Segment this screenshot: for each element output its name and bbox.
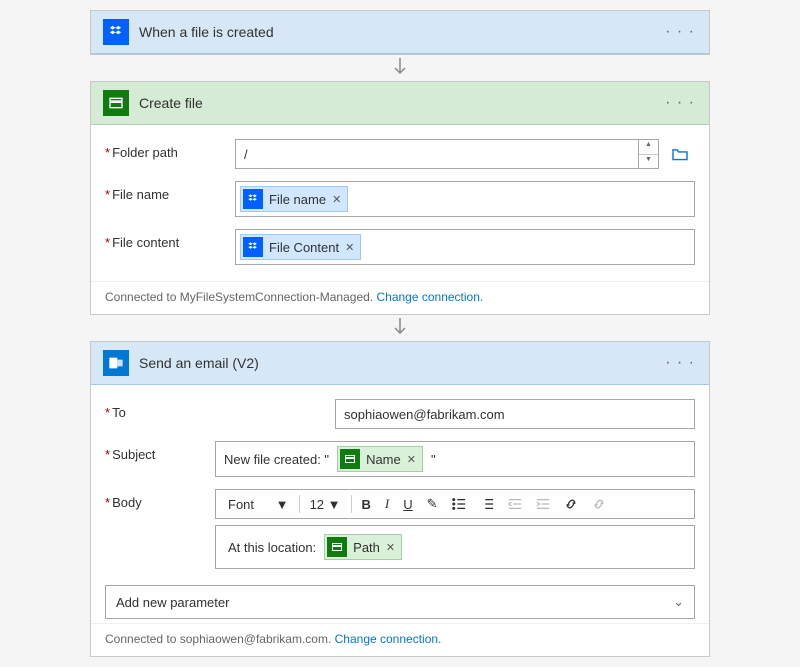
number-list-button[interactable] (474, 495, 500, 513)
token-remove-icon[interactable]: ✕ (332, 193, 341, 206)
send-email-title: Send an email (V2) (139, 355, 259, 371)
more-button[interactable]: · · · (661, 90, 699, 116)
folder-path-input[interactable]: / (235, 139, 639, 169)
trigger-card: When a file is created · · · (90, 10, 710, 55)
token-label: Name (366, 452, 401, 467)
token-remove-icon[interactable]: ✕ (407, 453, 416, 466)
trigger-header[interactable]: When a file is created · · · (91, 11, 709, 54)
dropbox-icon (243, 189, 263, 209)
body-label: *Body (105, 489, 215, 510)
subject-suffix: " (427, 452, 440, 467)
folder-path-stepper[interactable]: ▲▼ (639, 139, 659, 169)
outdent-button[interactable] (502, 495, 528, 513)
filesystem-icon (327, 537, 347, 557)
file-content-token[interactable]: File Content ✕ (240, 234, 361, 260)
token-label: Path (353, 540, 380, 555)
trigger-title: When a file is created (139, 24, 274, 40)
size-dropdown[interactable]: 12 ▼ (304, 495, 347, 514)
folder-path-label: *Folder path (105, 139, 235, 160)
add-parameter-dropdown[interactable]: Add new parameter ⌄ (105, 585, 695, 619)
create-file-card: Create file · · · *Folder path / ▲▼ *Fil… (90, 81, 710, 315)
filesystem-icon (103, 90, 129, 116)
folder-picker-button[interactable] (665, 139, 695, 169)
file-content-input[interactable]: File Content ✕ (235, 229, 695, 265)
send-email-header[interactable]: Send an email (V2) · · · (91, 342, 709, 385)
token-remove-icon[interactable]: ✕ (386, 541, 395, 554)
dropbox-icon (103, 19, 129, 45)
subject-name-token[interactable]: Name ✕ (337, 446, 423, 472)
body-prefix: At this location: (224, 540, 320, 555)
token-remove-icon[interactable]: ✕ (345, 241, 354, 254)
underline-button[interactable]: U (397, 495, 418, 514)
folder-path-row: *Folder path / ▲▼ (105, 139, 695, 169)
send-email-body: *To sophiaowen@fabrikam.com *Subject New… (91, 385, 709, 585)
more-button[interactable]: · · · (661, 350, 699, 376)
subject-prefix: New file created: " (220, 452, 333, 467)
connector-arrow (90, 315, 710, 341)
file-name-row: *File name File name ✕ (105, 181, 695, 217)
highlight-button[interactable]: ✎ (421, 494, 444, 514)
body-row: *Body Font ▼ 12 ▼ B I U ✎ (105, 489, 695, 569)
italic-button[interactable]: I (379, 494, 395, 514)
token-label: File name (269, 192, 326, 207)
token-label: File Content (269, 240, 339, 255)
connection-footer: Connected to sophiaowen@fabrikam.com. Ch… (91, 623, 709, 656)
more-button[interactable]: · · · (661, 19, 699, 45)
create-file-title: Create file (139, 95, 203, 111)
file-name-input[interactable]: File name ✕ (235, 181, 695, 217)
to-input[interactable]: sophiaowen@fabrikam.com (335, 399, 695, 429)
file-content-label: *File content (105, 229, 235, 250)
chevron-down-icon: ⌄ (673, 594, 684, 610)
indent-button[interactable] (530, 495, 556, 513)
to-row: *To sophiaowen@fabrikam.com (105, 399, 695, 429)
subject-input[interactable]: New file created: " Name ✕ " (215, 441, 695, 477)
connection-footer: Connected to MyFileSystemConnection-Mana… (91, 281, 709, 314)
to-label: *To (105, 399, 215, 420)
connector-arrow (90, 55, 710, 81)
link-button[interactable] (558, 495, 584, 513)
file-name-token[interactable]: File name ✕ (240, 186, 348, 212)
bold-button[interactable]: B (356, 495, 377, 514)
change-connection-link[interactable]: Change connection. (376, 290, 483, 304)
rich-text-toolbar: Font ▼ 12 ▼ B I U ✎ (215, 489, 695, 519)
subject-label: *Subject (105, 441, 215, 462)
body-input[interactable]: At this location: Path ✕ (215, 525, 695, 569)
file-content-row: *File content File Content ✕ (105, 229, 695, 265)
create-file-header[interactable]: Create file · · · (91, 82, 709, 125)
outlook-icon (103, 350, 129, 376)
bullet-list-button[interactable] (446, 495, 472, 513)
font-dropdown[interactable]: Font ▼ (222, 495, 295, 514)
create-file-body: *Folder path / ▲▼ *File name File name (91, 125, 709, 281)
filesystem-icon (340, 449, 360, 469)
file-name-label: *File name (105, 181, 235, 202)
change-connection-link[interactable]: Change connection. (335, 632, 442, 646)
dropbox-icon (243, 237, 263, 257)
body-path-token[interactable]: Path ✕ (324, 534, 402, 560)
send-email-card: Send an email (V2) · · · *To sophiaowen@… (90, 341, 710, 657)
unlink-button[interactable] (586, 495, 612, 513)
subject-row: *Subject New file created: " Name ✕ " (105, 441, 695, 477)
